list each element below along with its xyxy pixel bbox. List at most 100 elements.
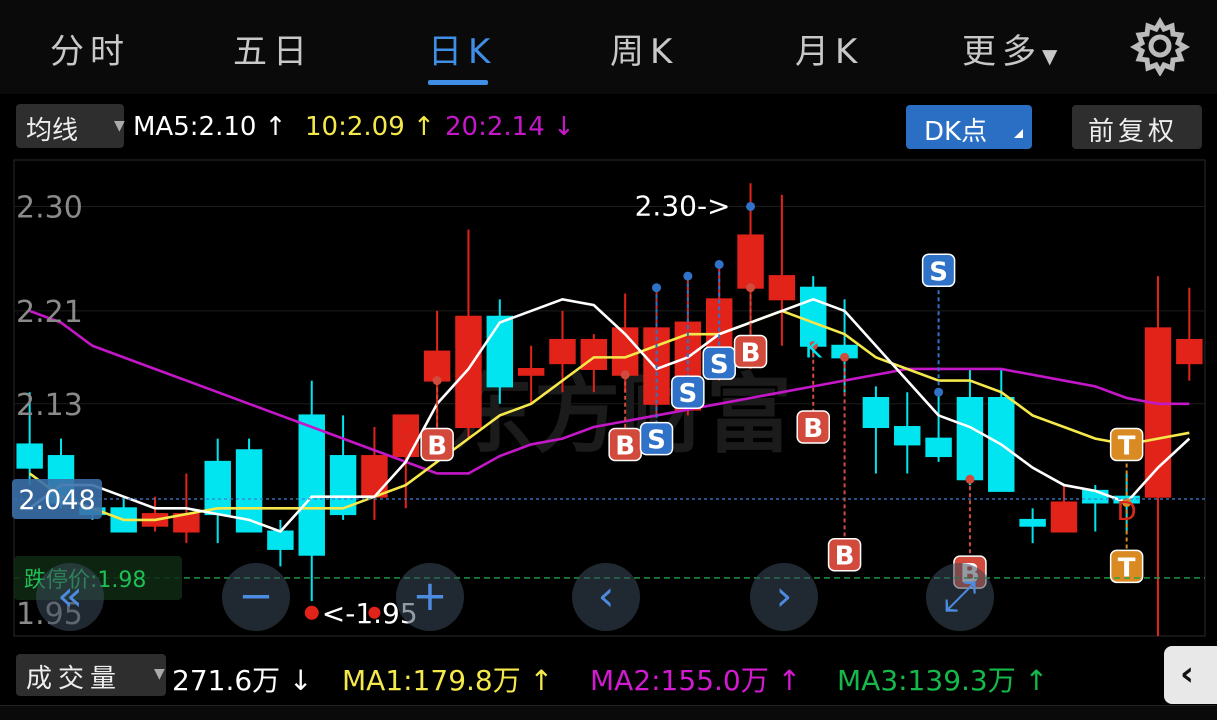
- chevron-right-icon: ›: [776, 571, 793, 620]
- plus-control[interactable]: +: [396, 563, 464, 631]
- candle-body: [1082, 489, 1109, 504]
- candle-body: [1144, 327, 1172, 498]
- chevron-left-icon: ‹: [598, 571, 615, 620]
- letter-mark: D: [1117, 497, 1137, 527]
- candle-body: [768, 275, 796, 301]
- signal-badge-b: B: [608, 427, 642, 461]
- tab-monthly-k[interactable]: 月K: [795, 24, 863, 73]
- candle-body: [1176, 338, 1203, 365]
- signal-dot: [746, 283, 756, 293]
- volume-value: 271.6万 ↓: [172, 664, 313, 697]
- signal-badge-label: S: [678, 379, 697, 409]
- ma5-value: MA5:2.10 ↑: [133, 112, 287, 142]
- signal-dot: [934, 387, 944, 397]
- candle-body: [16, 443, 43, 469]
- tab-intraday[interactable]: 分时: [50, 24, 130, 73]
- y-tick-label: 2.21: [16, 295, 83, 330]
- candle-body: [1019, 518, 1046, 527]
- plus-icon: +: [412, 571, 447, 620]
- vol-ma1-value: MA1:179.8万 ↑: [342, 664, 554, 697]
- dk-point-label: DK点: [924, 117, 988, 147]
- double-left-icon: «: [57, 571, 83, 620]
- candle-body: [204, 460, 231, 516]
- y-tick-label: 2.30: [16, 190, 83, 225]
- candle-body: [267, 530, 294, 550]
- chevron-right-control[interactable]: ›: [750, 563, 818, 631]
- gear-icon[interactable]: [1130, 16, 1190, 76]
- signal-badge-b: B: [827, 537, 862, 572]
- candle: [1176, 287, 1203, 381]
- caret-down-icon: ▼: [114, 118, 125, 134]
- ma20-value: 20:2.14 ↓: [445, 112, 575, 142]
- candle: [361, 427, 388, 520]
- candle: [768, 194, 796, 346]
- tab-more-label: 更多: [962, 32, 1042, 72]
- forward-adjust-label: 前复权: [1088, 117, 1179, 147]
- candle: [267, 519, 294, 567]
- candle-body: [298, 414, 325, 556]
- signal-badge-s: S: [671, 375, 705, 409]
- double-left-control[interactable]: «: [36, 563, 104, 631]
- signal-dot: [840, 352, 850, 362]
- tab-more[interactable]: 更多▼: [962, 24, 1057, 73]
- letter-mark: K: [805, 334, 823, 364]
- volume-selector[interactable]: 成交量 ▼: [16, 654, 166, 696]
- candle: [1019, 508, 1046, 544]
- candle: [862, 386, 890, 474]
- signal-badge-b: B: [796, 410, 830, 444]
- tab-daily-k[interactable]: 日K: [428, 24, 496, 73]
- candle-body: [361, 455, 388, 498]
- minus-icon: −: [238, 571, 273, 620]
- tab-weekly-k[interactable]: 周K: [610, 24, 678, 73]
- signal-badge-s: S: [921, 253, 956, 287]
- candle-body: [862, 397, 890, 429]
- signal-dot: [965, 474, 975, 484]
- signal-badge-b: B: [733, 334, 768, 369]
- period-tab-bar: 分时 五日 日K 周K 月K 更多▼: [0, 0, 1217, 94]
- caret-down-icon: ▼: [154, 666, 165, 682]
- candle-body: [486, 315, 514, 388]
- signal-badge-label: S: [710, 350, 729, 380]
- vol-ma2-value: MA2:155.0万 ↑: [590, 664, 802, 697]
- signal-dot: [652, 283, 662, 293]
- fullscreen-control[interactable]: ⤢: [926, 563, 994, 631]
- signal-badge-label: B: [615, 431, 635, 461]
- signal-dot: [714, 259, 724, 269]
- chevron-left-icon: ‹: [1180, 654, 1195, 694]
- candle: [1144, 276, 1172, 636]
- fullscreen-icon: ⤢: [943, 571, 977, 620]
- candle-body: [549, 338, 576, 365]
- kline-chart[interactable]: 东方财富 BBSSSBBBSBTTDKD 2.302.212.131.95 2.…: [0, 154, 1217, 650]
- signal-badge-b: B: [420, 427, 454, 461]
- signal-badge-label: S: [929, 257, 948, 287]
- candle-body: [925, 437, 952, 458]
- signal-dot: [683, 271, 693, 281]
- vol-ma3-value: MA3:139.3万 ↑: [837, 664, 1049, 697]
- forward-adjust-button[interactable]: 前复权: [1072, 105, 1202, 149]
- signal-dot: [620, 370, 630, 380]
- signal-badge-label: T: [1118, 553, 1136, 583]
- tab-five-day[interactable]: 五日: [233, 24, 313, 73]
- high-price-dot: [746, 201, 756, 211]
- minus-control[interactable]: −: [222, 563, 290, 631]
- volume-selector-label: 成交量: [26, 664, 123, 694]
- candle-body: [1050, 501, 1078, 533]
- signal-badge-label: B: [835, 542, 855, 572]
- candle-body: [455, 315, 482, 429]
- letter-mark: D: [396, 416, 416, 446]
- chevron-left-control[interactable]: ‹: [572, 563, 640, 631]
- candle-body: [737, 234, 764, 289]
- signal-badge-label: T: [1118, 431, 1136, 461]
- collapse-panel-button[interactable]: ‹: [1164, 646, 1217, 704]
- corner-triangle-icon: [1014, 129, 1023, 138]
- signal-badge-s: S: [639, 421, 674, 456]
- signal-badge-label: B: [427, 431, 447, 461]
- caret-down-icon: ▼: [1042, 44, 1058, 68]
- y-tick-label: 2.13: [16, 388, 83, 423]
- dk-point-button[interactable]: DK点: [906, 105, 1032, 149]
- candle: [1050, 485, 1078, 533]
- volume-chart-strip: [0, 705, 1217, 720]
- candle-body: [894, 426, 921, 446]
- ma-selector[interactable]: 均线 ▼: [16, 104, 125, 148]
- signal-badge-s: S: [702, 346, 736, 380]
